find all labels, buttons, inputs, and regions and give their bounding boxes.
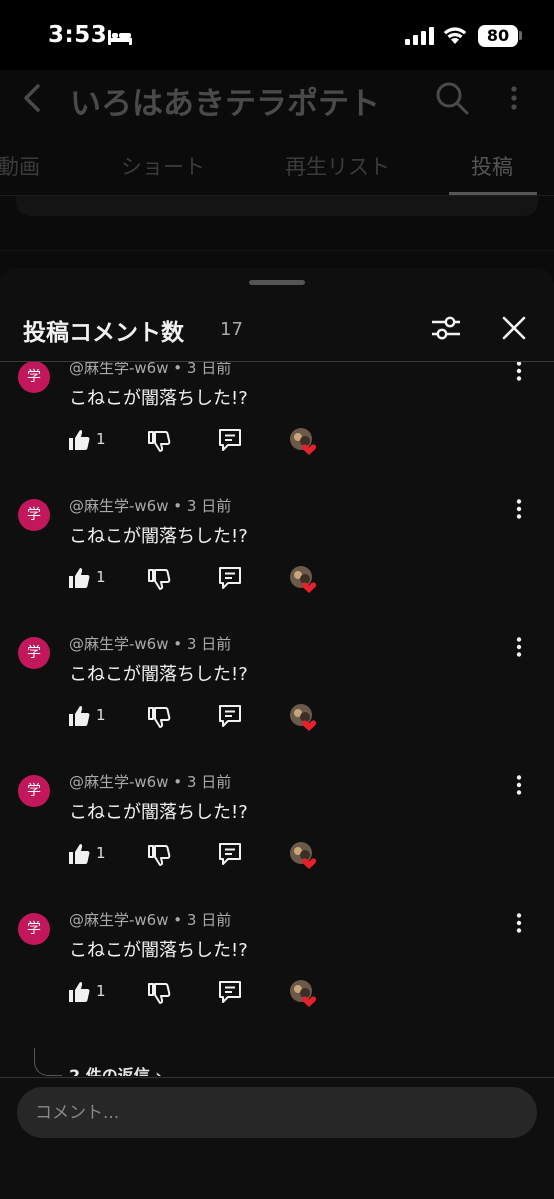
thumbs-up-icon[interactable]: [67, 980, 91, 1004]
more-vert-icon[interactable]: [505, 84, 523, 112]
back-icon[interactable]: [20, 83, 46, 113]
tab-playlists[interactable]: 再生リスト: [285, 151, 390, 181]
thumbs-up-icon[interactable]: [67, 842, 91, 866]
thumbs-down-icon[interactable]: [147, 705, 171, 729]
drag-handle[interactable]: [249, 280, 305, 285]
more-vert-icon[interactable]: [510, 362, 528, 383]
more-vert-icon[interactable]: [510, 497, 528, 521]
more-vert-icon[interactable]: [510, 773, 528, 797]
comment-text: こねこが闇落ちした!?: [69, 664, 248, 685]
background-divider: [0, 250, 554, 251]
tab-posts[interactable]: 投稿: [471, 151, 513, 181]
comment-list[interactable]: 学 @麻生学-w6w • 3 日前 こねこが闇落ちした!? 1 学 @麻生学-w…: [0, 362, 554, 1076]
comment-text: こねこが闇落ちした!?: [69, 802, 248, 823]
view-replies-label: 2 件の返信: [69, 1066, 150, 1076]
comment-text: こねこが闇落ちした!?: [69, 940, 248, 961]
thumbs-down-icon[interactable]: [147, 567, 171, 591]
wifi-icon: [443, 27, 467, 44]
comment-meta[interactable]: @麻生学-w6w • 3 日前: [69, 362, 231, 378]
more-vert-icon[interactable]: [510, 635, 528, 659]
thumbs-up-icon[interactable]: [67, 704, 91, 728]
comment-meta[interactable]: @麻生学-w6w • 3 日前: [69, 495, 231, 516]
comment-item: 学 @麻生学-w6w • 3 日前 こねこが闇落ちした!? 1: [0, 616, 554, 754]
like-count: 1: [96, 430, 106, 448]
creator-heart-icon: [290, 842, 317, 869]
channel-title: いろはあきテラポテト: [70, 86, 380, 122]
tab-shorts[interactable]: ショート: [121, 151, 205, 181]
reply-icon[interactable]: [217, 427, 243, 453]
comment-text: こねこが闇落ちした!?: [69, 526, 248, 547]
comment-meta[interactable]: @麻生学-w6w • 3 日前: [69, 909, 231, 930]
status-bar: 3:53 80: [0, 0, 554, 70]
close-icon[interactable]: [502, 316, 526, 340]
avatar[interactable]: 学: [18, 913, 50, 945]
comments-sheet: 投稿コメント数 17 学 @麻生学-w6w • 3 日前 こねこが闇落ちした!?…: [0, 268, 554, 1199]
bed-icon: [108, 30, 132, 45]
thumbs-down-icon[interactable]: [147, 843, 171, 867]
like-count: 1: [96, 706, 106, 724]
filter-icon[interactable]: [430, 313, 462, 343]
status-time: 3:53: [48, 22, 108, 48]
more-vert-icon[interactable]: [510, 911, 528, 935]
comment-item: 学 @麻生学-w6w • 3 日前 こねこが闇落ちした!? 1: [0, 362, 554, 478]
comment-input[interactable]: [17, 1087, 537, 1138]
avatar[interactable]: 学: [18, 775, 50, 807]
creator-heart-icon: [290, 566, 317, 593]
active-tab-indicator: [449, 192, 537, 195]
signal-icon: [405, 27, 434, 45]
search-icon[interactable]: [434, 80, 470, 116]
reply-icon[interactable]: [217, 979, 243, 1005]
channel-tabs: 動画 ショート 再生リスト 投稿: [0, 140, 554, 196]
like-count: 1: [96, 568, 106, 586]
comment-item: 学 @麻生学-w6w • 3 日前 こねこが闇落ちした!? 1: [0, 754, 554, 892]
sheet-title: 投稿コメント数: [23, 320, 184, 346]
thumbs-down-icon[interactable]: [147, 429, 171, 453]
comment-item: 学 @麻生学-w6w • 3 日前 こねこが闇落ちした!? 1: [0, 892, 554, 1030]
background-card: [16, 196, 538, 216]
composer-divider: [0, 1077, 554, 1078]
battery-icon: 80: [478, 25, 518, 47]
like-count: 1: [96, 844, 106, 862]
avatar[interactable]: 学: [18, 637, 50, 669]
thumbs-up-icon[interactable]: [67, 566, 91, 590]
thumbs-up-icon[interactable]: [67, 428, 91, 452]
reply-icon[interactable]: [217, 703, 243, 729]
chevron-right-icon: ›: [155, 1066, 162, 1076]
avatar[interactable]: 学: [18, 499, 50, 531]
comment-meta[interactable]: @麻生学-w6w • 3 日前: [69, 771, 231, 792]
thread-line: [34, 1048, 62, 1076]
like-count: 1: [96, 982, 106, 1000]
creator-heart-icon: [290, 980, 317, 1007]
creator-heart-icon: [290, 428, 317, 455]
thumbs-down-icon[interactable]: [147, 981, 171, 1005]
battery-tip: [519, 31, 522, 40]
reply-icon[interactable]: [217, 565, 243, 591]
comment-text: こねこが闇落ちした!?: [69, 388, 248, 409]
reply-icon[interactable]: [217, 841, 243, 867]
tab-videos[interactable]: 動画: [0, 151, 40, 181]
comment-meta[interactable]: @麻生学-w6w • 3 日前: [69, 633, 231, 654]
creator-heart-icon: [290, 704, 317, 731]
comment-count: 17: [220, 319, 243, 340]
comment-composer: [17, 1087, 537, 1138]
avatar[interactable]: 学: [18, 362, 50, 393]
comment-item: 学 @麻生学-w6w • 3 日前 こねこが闇落ちした!? 1: [0, 478, 554, 616]
view-replies-button[interactable]: 2 件の返信 ›: [69, 1062, 162, 1076]
